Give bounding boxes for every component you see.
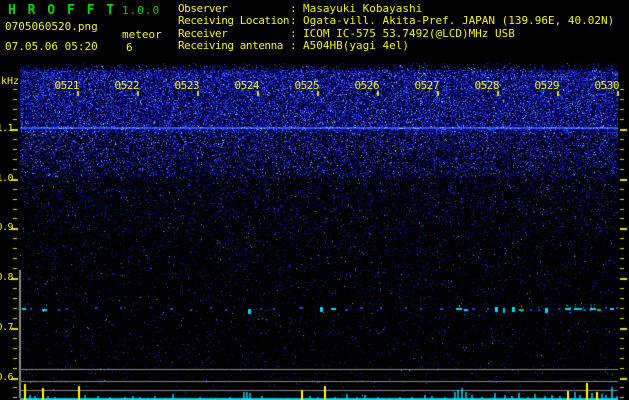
app-title: H R O F F T: [8, 3, 117, 18]
info-colon: :: [290, 39, 297, 53]
observer-info-block: Observer: Masayuki Kobayashi Receiving Lo…: [178, 2, 615, 53]
y-axis-label: 1.1: [0, 123, 13, 134]
y-axis-label: 0.7: [0, 321, 13, 333]
y-axis-unit-label: kHz: [1, 76, 20, 87]
observation-datetime: 07.05.06 05:20: [5, 40, 98, 53]
hrofft-screen: H R O F F T 1.0.0 0705060520.png meteor …: [0, 0, 629, 400]
y-axis-label: 0.6: [0, 371, 13, 383]
info-row-location: Receiving Location: Ogata-vill. Akita-Pre…: [178, 14, 615, 28]
info-label: Receiving antenna: [178, 40, 283, 53]
x-axis-label: 0524: [234, 79, 260, 92]
x-axis-label: 0529: [534, 79, 560, 92]
y-axis-label: 1.0: [0, 172, 13, 184]
app-version: 1.0.0: [122, 4, 161, 17]
x-axis-label: 0530: [594, 79, 620, 92]
x-axis-label: 0526: [354, 79, 380, 92]
x-axis-label: 0523: [174, 79, 200, 92]
x-axis-label: 0522: [114, 79, 140, 92]
info-label: Observer: [178, 3, 228, 15]
x-axis-label: 0525: [294, 79, 320, 92]
x-axis-label: 0521: [54, 79, 80, 92]
info-label: Receiving Location: [178, 15, 290, 28]
info-label: Receiver: [178, 27, 228, 40]
meteor-count: 6: [126, 41, 133, 54]
mode-label: meteor: [122, 28, 162, 41]
y-axis-label: 0.8: [0, 272, 13, 284]
x-axis-label: 0528: [474, 79, 500, 92]
output-filename: 0705060520.png: [5, 20, 98, 33]
info-value: Ogata-vill. Akita-Pref. JAPAN (139.96E, …: [303, 14, 615, 28]
x-axis-label: 0527: [414, 79, 440, 92]
spectrogram-canvas: [0, 0, 629, 400]
info-value: A504HB(yagi 4el): [303, 39, 409, 53]
info-colon: :: [290, 14, 297, 28]
y-axis-label: 0.9: [0, 222, 13, 234]
info-row-antenna: Receiving antenna: A504HB(yagi 4el): [178, 39, 614, 53]
